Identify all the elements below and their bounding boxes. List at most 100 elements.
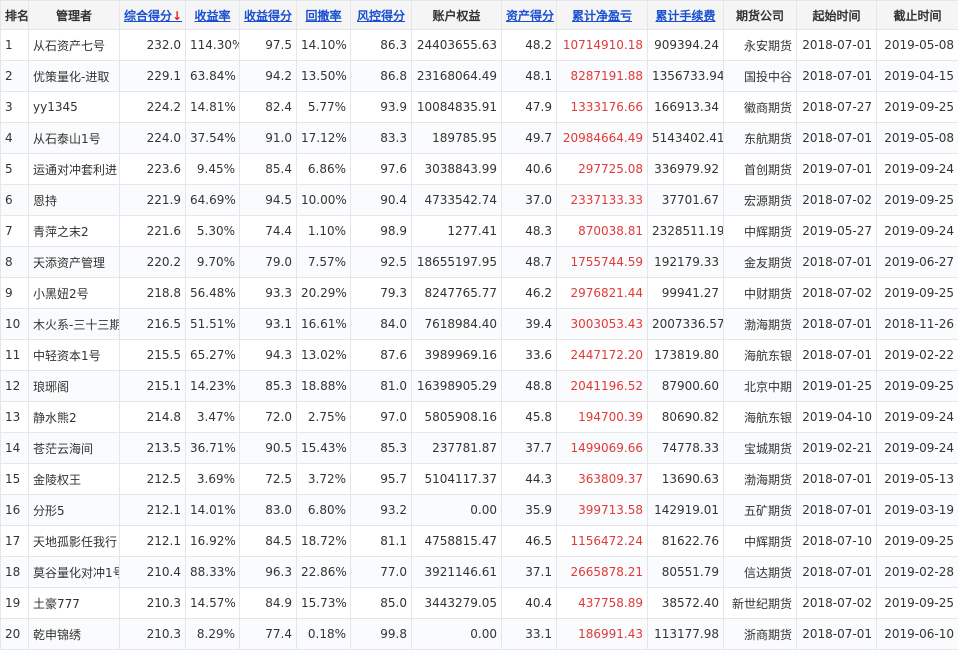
cell-broker: 浙商期货 — [723, 618, 797, 650]
cell-end-time: 2019-09-25 — [876, 587, 958, 619]
cell-manager: 从石泰山1号 — [28, 122, 120, 154]
cell-manager: 从石资产七号 — [28, 29, 120, 61]
cell-start-time: 2018-07-02 — [796, 587, 877, 619]
table-row: 2 优策量化-进取 229.1 63.84% 94.2 13.50% 86.8 2316806… — [0, 60, 958, 92]
cell-return-rate: 64.69% — [185, 184, 240, 216]
cell-return-score: 82.4 — [239, 91, 297, 123]
header-start-time: 起始时间 — [796, 0, 877, 30]
cell-risk-score: 79.3 — [350, 277, 412, 309]
cell-equity: 8247765.77 — [411, 277, 502, 309]
cell-equity: 16398905.29 — [411, 370, 502, 402]
cell-start-time: 2019-01-25 — [796, 370, 877, 402]
cell-end-time: 2019-09-25 — [876, 370, 958, 402]
cell-manager: 小黑妞2号 — [28, 277, 120, 309]
header-composite-score[interactable]: 综合得分↓ — [119, 0, 186, 30]
cell-risk-score: 87.6 — [350, 339, 412, 371]
cell-manager: yy1345 — [28, 91, 120, 123]
cell-drawdown: 1.10% — [296, 215, 351, 247]
cell-net-profit: 2447172.20 — [556, 339, 648, 371]
cell-net-profit: 2665878.21 — [556, 556, 648, 588]
cell-manager: 中轻资本1号 — [28, 339, 120, 371]
table-row: 18 莫谷量化对冲1号 210.4 88.33% 96.3 22.86% 77.0 39211… — [0, 556, 958, 588]
cell-end-time: 2019-04-15 — [876, 60, 958, 92]
cell-return-score: 72.0 — [239, 401, 297, 433]
cell-composite-score: 218.8 — [119, 277, 186, 309]
cell-rank: 5 — [0, 153, 29, 185]
cell-fees: 113177.98 — [647, 618, 724, 650]
header-drawdown[interactable]: 回撤率 — [296, 0, 351, 30]
cell-drawdown: 14.10% — [296, 29, 351, 61]
cell-drawdown: 0.18% — [296, 618, 351, 650]
cell-net-profit: 2041196.52 — [556, 370, 648, 402]
cell-net-profit: 399713.58 — [556, 494, 648, 526]
cell-return-score: 91.0 — [239, 122, 297, 154]
cell-end-time: 2019-06-27 — [876, 246, 958, 278]
cell-asset-score: 40.6 — [501, 153, 557, 185]
cell-broker: 首创期货 — [723, 153, 797, 185]
cell-manager: 琅琊阁 — [28, 370, 120, 402]
cell-composite-score: 214.8 — [119, 401, 186, 433]
cell-start-time: 2018-07-27 — [796, 91, 877, 123]
cell-fees: 80551.79 — [647, 556, 724, 588]
cell-risk-score: 90.4 — [350, 184, 412, 216]
cell-end-time: 2019-02-28 — [876, 556, 958, 588]
cell-end-time: 2019-09-25 — [876, 91, 958, 123]
cell-composite-score: 224.0 — [119, 122, 186, 154]
cell-risk-score: 85.3 — [350, 432, 412, 464]
cell-fees: 336979.92 — [647, 153, 724, 185]
cell-composite-score: 220.2 — [119, 246, 186, 278]
cell-manager: 静水熊2 — [28, 401, 120, 433]
header-fees[interactable]: 累计手续费 — [647, 0, 724, 30]
cell-equity: 3989969.16 — [411, 339, 502, 371]
header-return-rate[interactable]: 收益率 — [185, 0, 240, 30]
header-return-score[interactable]: 收益得分 — [239, 0, 297, 30]
header-manager: 管理者 — [28, 0, 120, 30]
cell-composite-score: 223.6 — [119, 153, 186, 185]
cell-asset-score: 48.3 — [501, 215, 557, 247]
table-row: 14 苍茫云海间 213.5 36.71% 90.5 15.43% 85.3 237781.8… — [0, 432, 958, 464]
cell-broker: 国投中谷 — [723, 60, 797, 92]
cell-return-score: 83.0 — [239, 494, 297, 526]
cell-drawdown: 18.88% — [296, 370, 351, 402]
cell-rank: 15 — [0, 463, 29, 495]
header-risk-score[interactable]: 风控得分 — [350, 0, 412, 30]
cell-equity: 237781.87 — [411, 432, 502, 464]
cell-return-score: 85.4 — [239, 153, 297, 185]
cell-fees: 1356733.94 — [647, 60, 724, 92]
cell-broker: 五矿期货 — [723, 494, 797, 526]
cell-return-score: 94.2 — [239, 60, 297, 92]
cell-fees: 80690.82 — [647, 401, 724, 433]
cell-drawdown: 16.61% — [296, 308, 351, 340]
cell-composite-score: 215.1 — [119, 370, 186, 402]
cell-manager: 金陵权王 — [28, 463, 120, 495]
cell-fees: 74778.33 — [647, 432, 724, 464]
cell-risk-score: 97.0 — [350, 401, 412, 433]
cell-end-time: 2019-02-22 — [876, 339, 958, 371]
cell-return-rate: 14.81% — [185, 91, 240, 123]
cell-rank: 6 — [0, 184, 29, 216]
cell-end-time: 2019-09-25 — [876, 184, 958, 216]
cell-rank: 17 — [0, 525, 29, 557]
header-net-profit[interactable]: 累计净盈亏 — [556, 0, 648, 30]
cell-fees: 5143402.41 — [647, 122, 724, 154]
cell-equity: 5805908.16 — [411, 401, 502, 433]
header-asset-score[interactable]: 资产得分 — [501, 0, 557, 30]
cell-risk-score: 93.2 — [350, 494, 412, 526]
cell-manager: 青萍之末2 — [28, 215, 120, 247]
cell-end-time: 2018-11-26 — [876, 308, 958, 340]
cell-manager: 优策量化-进取 — [28, 60, 120, 92]
cell-composite-score: 210.3 — [119, 587, 186, 619]
cell-return-rate: 5.30% — [185, 215, 240, 247]
cell-rank: 20 — [0, 618, 29, 650]
cell-net-profit: 1755744.59 — [556, 246, 648, 278]
cell-return-rate: 37.54% — [185, 122, 240, 154]
cell-equity: 18655197.95 — [411, 246, 502, 278]
cell-drawdown: 15.73% — [296, 587, 351, 619]
cell-composite-score: 212.1 — [119, 525, 186, 557]
cell-composite-score: 221.6 — [119, 215, 186, 247]
cell-drawdown: 2.75% — [296, 401, 351, 433]
cell-end-time: 2019-05-08 — [876, 29, 958, 61]
cell-fees: 99941.27 — [647, 277, 724, 309]
cell-equity: 1277.41 — [411, 215, 502, 247]
cell-start-time: 2018-07-01 — [796, 246, 877, 278]
